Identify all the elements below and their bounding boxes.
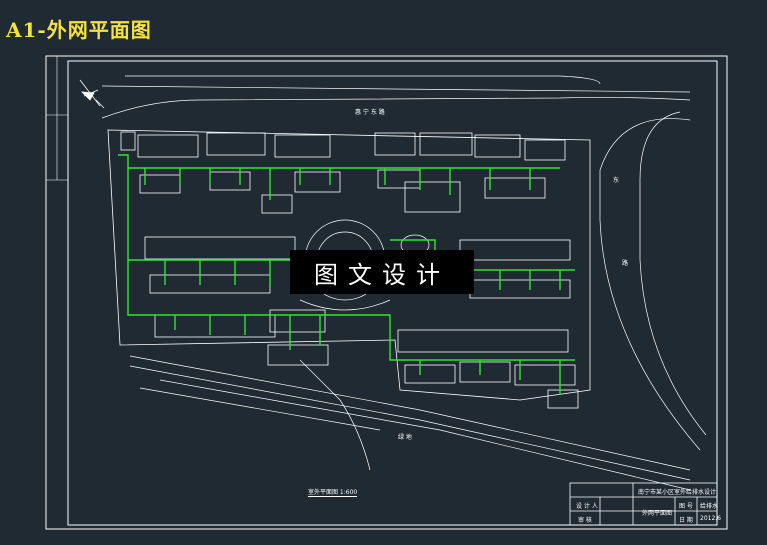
- building: [294, 171, 341, 193]
- building: [209, 171, 251, 191]
- pump-house: [120, 131, 136, 151]
- south-area-label: 绿 地: [398, 434, 412, 441]
- building: [154, 314, 276, 338]
- title-block-drawing: 外网平面图: [642, 510, 673, 517]
- south-roads: [129, 355, 691, 491]
- title-block-project: 南宁市某小区室外给排水设计: [638, 489, 717, 496]
- building: [206, 132, 266, 156]
- building: [469, 279, 571, 299]
- north-road-label: 惠 宁 东 路: [355, 109, 385, 116]
- building: [261, 194, 293, 214]
- title-block-date: 2012.6: [700, 515, 721, 522]
- building: [459, 361, 511, 383]
- building: [404, 181, 461, 213]
- building: [274, 134, 331, 158]
- title-block-checker-label: 审 核: [578, 517, 592, 524]
- building: [514, 364, 576, 386]
- east-road: [599, 111, 707, 451]
- north-road: [101, 75, 691, 119]
- building: [269, 309, 326, 333]
- building: [149, 274, 271, 294]
- title-block-date-label: 日 期: [679, 517, 693, 524]
- building: [137, 134, 199, 158]
- east-road-label-2: 路: [622, 260, 629, 267]
- building: [524, 139, 566, 161]
- east-road-label-1: 东: [613, 177, 620, 184]
- building: [267, 344, 329, 366]
- building: [459, 239, 571, 261]
- building: [144, 236, 296, 260]
- scale-label: 室外平面图 1:600: [308, 489, 358, 497]
- title-block-drawing-no: 给排水: [700, 503, 719, 510]
- building: [139, 174, 181, 194]
- north-arrow-icon: [79, 79, 105, 109]
- watermark-banner: 图文设计: [290, 250, 474, 294]
- building: [484, 177, 546, 199]
- title-block-drawing-no-label: 图 号: [679, 503, 693, 510]
- title-block-designer-label: 设 计 人: [576, 503, 598, 510]
- building: [397, 329, 569, 353]
- building: [404, 364, 456, 384]
